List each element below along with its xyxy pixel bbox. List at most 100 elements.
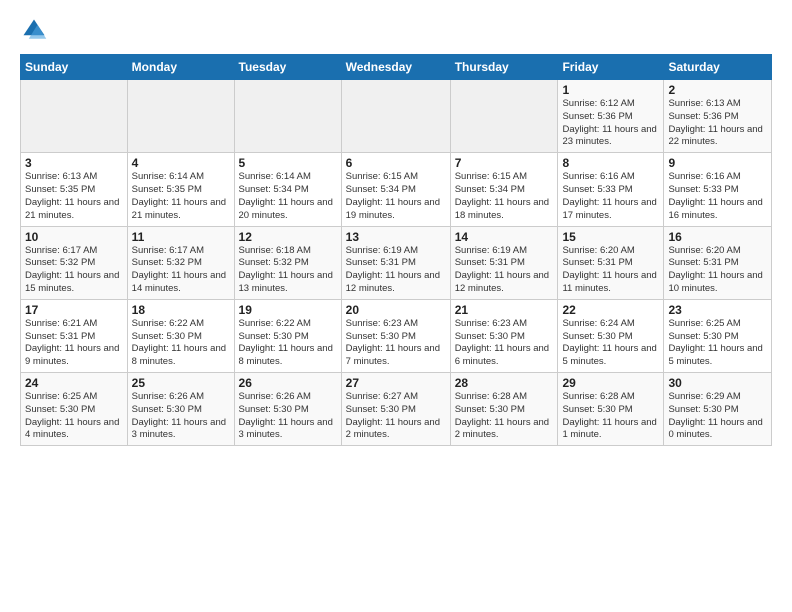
day-info: Sunrise: 6:27 AM Sunset: 5:30 PM Dayligh…	[346, 391, 446, 442]
day-number: 16	[668, 230, 767, 244]
calendar-cell: 19Sunrise: 6:22 AM Sunset: 5:30 PM Dayli…	[234, 299, 341, 372]
day-number: 11	[132, 230, 230, 244]
calendar-cell: 15Sunrise: 6:20 AM Sunset: 5:31 PM Dayli…	[558, 226, 664, 299]
day-info: Sunrise: 6:18 AM Sunset: 5:32 PM Dayligh…	[239, 245, 337, 296]
calendar-cell: 25Sunrise: 6:26 AM Sunset: 5:30 PM Dayli…	[127, 373, 234, 446]
day-number: 29	[562, 376, 659, 390]
weekday-header-thursday: Thursday	[450, 55, 558, 80]
calendar-cell: 2Sunrise: 6:13 AM Sunset: 5:36 PM Daylig…	[664, 80, 772, 153]
calendar-cell: 5Sunrise: 6:14 AM Sunset: 5:34 PM Daylig…	[234, 153, 341, 226]
day-number: 4	[132, 156, 230, 170]
calendar-cell	[450, 80, 558, 153]
day-info: Sunrise: 6:28 AM Sunset: 5:30 PM Dayligh…	[455, 391, 554, 442]
day-number: 3	[25, 156, 123, 170]
day-info: Sunrise: 6:28 AM Sunset: 5:30 PM Dayligh…	[562, 391, 659, 442]
calendar-cell: 4Sunrise: 6:14 AM Sunset: 5:35 PM Daylig…	[127, 153, 234, 226]
calendar-week-row: 10Sunrise: 6:17 AM Sunset: 5:32 PM Dayli…	[21, 226, 772, 299]
day-number: 7	[455, 156, 554, 170]
day-number: 25	[132, 376, 230, 390]
day-number: 21	[455, 303, 554, 317]
weekday-header-friday: Friday	[558, 55, 664, 80]
calendar-cell: 10Sunrise: 6:17 AM Sunset: 5:32 PM Dayli…	[21, 226, 128, 299]
day-number: 6	[346, 156, 446, 170]
day-number: 10	[25, 230, 123, 244]
calendar-week-row: 17Sunrise: 6:21 AM Sunset: 5:31 PM Dayli…	[21, 299, 772, 372]
calendar-cell: 26Sunrise: 6:26 AM Sunset: 5:30 PM Dayli…	[234, 373, 341, 446]
day-number: 8	[562, 156, 659, 170]
day-number: 22	[562, 303, 659, 317]
day-info: Sunrise: 6:23 AM Sunset: 5:30 PM Dayligh…	[455, 318, 554, 369]
day-info: Sunrise: 6:14 AM Sunset: 5:34 PM Dayligh…	[239, 171, 337, 222]
day-info: Sunrise: 6:24 AM Sunset: 5:30 PM Dayligh…	[562, 318, 659, 369]
day-number: 13	[346, 230, 446, 244]
day-info: Sunrise: 6:21 AM Sunset: 5:31 PM Dayligh…	[25, 318, 123, 369]
day-number: 17	[25, 303, 123, 317]
calendar-week-row: 24Sunrise: 6:25 AM Sunset: 5:30 PM Dayli…	[21, 373, 772, 446]
day-number: 28	[455, 376, 554, 390]
day-info: Sunrise: 6:25 AM Sunset: 5:30 PM Dayligh…	[25, 391, 123, 442]
calendar-cell	[127, 80, 234, 153]
day-info: Sunrise: 6:19 AM Sunset: 5:31 PM Dayligh…	[455, 245, 554, 296]
calendar-cell: 13Sunrise: 6:19 AM Sunset: 5:31 PM Dayli…	[341, 226, 450, 299]
day-info: Sunrise: 6:29 AM Sunset: 5:30 PM Dayligh…	[668, 391, 767, 442]
day-number: 2	[668, 83, 767, 97]
weekday-header-sunday: Sunday	[21, 55, 128, 80]
logo-icon	[20, 16, 48, 44]
day-number: 27	[346, 376, 446, 390]
calendar-cell	[341, 80, 450, 153]
day-info: Sunrise: 6:17 AM Sunset: 5:32 PM Dayligh…	[132, 245, 230, 296]
calendar-cell: 21Sunrise: 6:23 AM Sunset: 5:30 PM Dayli…	[450, 299, 558, 372]
day-info: Sunrise: 6:22 AM Sunset: 5:30 PM Dayligh…	[132, 318, 230, 369]
day-info: Sunrise: 6:14 AM Sunset: 5:35 PM Dayligh…	[132, 171, 230, 222]
weekday-header-tuesday: Tuesday	[234, 55, 341, 80]
calendar-cell: 27Sunrise: 6:27 AM Sunset: 5:30 PM Dayli…	[341, 373, 450, 446]
calendar-cell: 16Sunrise: 6:20 AM Sunset: 5:31 PM Dayli…	[664, 226, 772, 299]
day-info: Sunrise: 6:13 AM Sunset: 5:35 PM Dayligh…	[25, 171, 123, 222]
day-info: Sunrise: 6:12 AM Sunset: 5:36 PM Dayligh…	[562, 98, 659, 149]
day-info: Sunrise: 6:16 AM Sunset: 5:33 PM Dayligh…	[562, 171, 659, 222]
day-number: 30	[668, 376, 767, 390]
calendar-cell: 22Sunrise: 6:24 AM Sunset: 5:30 PM Dayli…	[558, 299, 664, 372]
day-number: 24	[25, 376, 123, 390]
day-info: Sunrise: 6:17 AM Sunset: 5:32 PM Dayligh…	[25, 245, 123, 296]
day-number: 18	[132, 303, 230, 317]
calendar-cell: 14Sunrise: 6:19 AM Sunset: 5:31 PM Dayli…	[450, 226, 558, 299]
day-info: Sunrise: 6:23 AM Sunset: 5:30 PM Dayligh…	[346, 318, 446, 369]
day-number: 9	[668, 156, 767, 170]
day-number: 12	[239, 230, 337, 244]
day-info: Sunrise: 6:19 AM Sunset: 5:31 PM Dayligh…	[346, 245, 446, 296]
day-number: 26	[239, 376, 337, 390]
calendar-cell: 9Sunrise: 6:16 AM Sunset: 5:33 PM Daylig…	[664, 153, 772, 226]
calendar-cell: 11Sunrise: 6:17 AM Sunset: 5:32 PM Dayli…	[127, 226, 234, 299]
weekday-header-row: SundayMondayTuesdayWednesdayThursdayFrid…	[21, 55, 772, 80]
day-info: Sunrise: 6:25 AM Sunset: 5:30 PM Dayligh…	[668, 318, 767, 369]
day-info: Sunrise: 6:26 AM Sunset: 5:30 PM Dayligh…	[132, 391, 230, 442]
calendar: SundayMondayTuesdayWednesdayThursdayFrid…	[20, 54, 772, 446]
calendar-cell: 23Sunrise: 6:25 AM Sunset: 5:30 PM Dayli…	[664, 299, 772, 372]
calendar-cell: 17Sunrise: 6:21 AM Sunset: 5:31 PM Dayli…	[21, 299, 128, 372]
weekday-header-saturday: Saturday	[664, 55, 772, 80]
calendar-cell: 12Sunrise: 6:18 AM Sunset: 5:32 PM Dayli…	[234, 226, 341, 299]
page-header	[20, 16, 772, 44]
calendar-cell: 30Sunrise: 6:29 AM Sunset: 5:30 PM Dayli…	[664, 373, 772, 446]
day-number: 20	[346, 303, 446, 317]
calendar-cell: 24Sunrise: 6:25 AM Sunset: 5:30 PM Dayli…	[21, 373, 128, 446]
calendar-cell	[234, 80, 341, 153]
calendar-cell: 8Sunrise: 6:16 AM Sunset: 5:33 PM Daylig…	[558, 153, 664, 226]
day-info: Sunrise: 6:26 AM Sunset: 5:30 PM Dayligh…	[239, 391, 337, 442]
calendar-cell: 7Sunrise: 6:15 AM Sunset: 5:34 PM Daylig…	[450, 153, 558, 226]
calendar-cell	[21, 80, 128, 153]
day-number: 19	[239, 303, 337, 317]
weekday-header-wednesday: Wednesday	[341, 55, 450, 80]
day-number: 5	[239, 156, 337, 170]
day-info: Sunrise: 6:15 AM Sunset: 5:34 PM Dayligh…	[455, 171, 554, 222]
calendar-cell: 18Sunrise: 6:22 AM Sunset: 5:30 PM Dayli…	[127, 299, 234, 372]
day-info: Sunrise: 6:22 AM Sunset: 5:30 PM Dayligh…	[239, 318, 337, 369]
day-info: Sunrise: 6:16 AM Sunset: 5:33 PM Dayligh…	[668, 171, 767, 222]
day-number: 23	[668, 303, 767, 317]
day-number: 1	[562, 83, 659, 97]
calendar-cell: 29Sunrise: 6:28 AM Sunset: 5:30 PM Dayli…	[558, 373, 664, 446]
calendar-cell: 28Sunrise: 6:28 AM Sunset: 5:30 PM Dayli…	[450, 373, 558, 446]
weekday-header-monday: Monday	[127, 55, 234, 80]
day-info: Sunrise: 6:20 AM Sunset: 5:31 PM Dayligh…	[668, 245, 767, 296]
